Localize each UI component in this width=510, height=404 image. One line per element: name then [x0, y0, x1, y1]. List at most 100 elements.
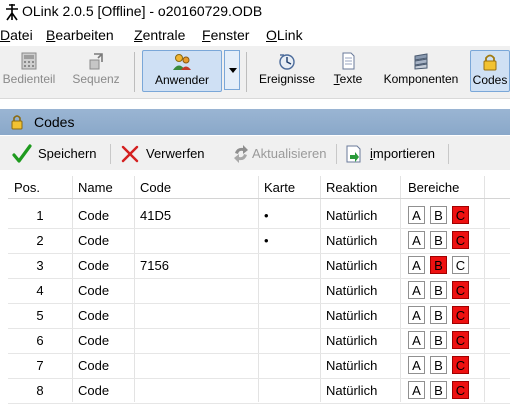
cell-reaktion[interactable]: Natürlich [326, 208, 377, 223]
close-icon [121, 145, 139, 163]
column-header-reaktion[interactable]: Reaktion [326, 180, 377, 195]
cell-karte[interactable]: • [264, 233, 269, 248]
column-header-pos[interactable]: Pos. [14, 180, 40, 195]
table-row[interactable]: 3 Code 7156 Natürlich A B C [8, 253, 510, 279]
area-toggle-a[interactable]: A [408, 231, 425, 249]
aktualisieren-button[interactable]: Aktualisieren [230, 144, 334, 164]
column-header-karte[interactable]: Karte [264, 180, 295, 195]
area-toggle-a[interactable]: A [408, 381, 425, 399]
cell-reaktion[interactable]: Natürlich [326, 233, 377, 248]
verwerfen-button[interactable]: Verwerfen [120, 144, 218, 164]
table-row[interactable]: 8 Code Natürlich A B C [8, 378, 510, 404]
bedienteil-button[interactable]: Bedienteil [0, 48, 58, 94]
table-row[interactable]: 4 Code Natürlich A B C [8, 278, 510, 304]
speichern-button[interactable]: Speichern [12, 144, 104, 164]
area-toggle-a[interactable]: A [408, 331, 425, 349]
cell-name[interactable]: Code [78, 333, 109, 348]
cell-reaktion[interactable]: Natürlich [326, 358, 377, 373]
table-row[interactable]: 5 Code Natürlich A B C [8, 303, 510, 329]
area-toggle-a[interactable]: A [408, 281, 425, 299]
area-toggle-c[interactable]: C [452, 231, 469, 249]
cell-pos[interactable]: 2 [20, 233, 60, 248]
cell-name[interactable]: Code [78, 358, 109, 373]
menu-fenster[interactable]: Fenster [202, 27, 249, 43]
anwender-button[interactable]: Anwender [142, 50, 222, 92]
cell-pos[interactable]: 6 [20, 333, 60, 348]
aktualisieren-label: Aktualisieren [252, 146, 327, 161]
table-header: Pos. Name Code Karte Reaktion Bereiche [8, 176, 510, 199]
area-toggle-c[interactable]: C [452, 356, 469, 374]
ereignisse-button[interactable]: Ereignisse [252, 48, 322, 94]
cell-pos[interactable]: 5 [20, 308, 60, 323]
refresh-icon [234, 145, 248, 163]
column-header-code[interactable]: Code [140, 180, 171, 195]
table-row[interactable]: 6 Code Natürlich A B C [8, 328, 510, 354]
cell-pos[interactable]: 8 [20, 383, 60, 398]
cell-name[interactable]: Code [78, 383, 109, 398]
cell-pos[interactable]: 7 [20, 358, 60, 373]
cell-pos[interactable]: 1 [20, 208, 60, 223]
cell-name[interactable]: Code [78, 208, 109, 223]
area-toggle-b[interactable]: B [430, 331, 447, 349]
menu-zentrale-rest: entrale [142, 27, 186, 43]
cell-pos[interactable]: 4 [20, 283, 60, 298]
cell-code[interactable]: 41D5 [140, 208, 171, 223]
lock-icon [11, 115, 23, 130]
cell-name[interactable]: Code [78, 283, 109, 298]
table-row[interactable]: 1 Code 41D5 • Natürlich A B C [8, 203, 510, 229]
area-toggle-b[interactable]: B [430, 356, 447, 374]
toolbar-separator [336, 144, 337, 164]
cell-name[interactable]: Code [78, 233, 109, 248]
cell-name[interactable]: Code [78, 308, 109, 323]
area-toggle-c[interactable]: C [452, 281, 469, 299]
toolbar-separator [448, 144, 449, 164]
menu-bearbeiten-key: B [46, 27, 56, 43]
cell-code[interactable]: 7156 [140, 258, 169, 273]
menu-datei-key: D [0, 27, 11, 43]
importieren-button[interactable]: importieren [344, 144, 448, 164]
sequenz-button[interactable]: Sequenz [64, 48, 128, 94]
area-toggle-a[interactable]: A [408, 206, 425, 224]
area-toggle-a[interactable]: A [408, 306, 425, 324]
area-toggle-b[interactable]: B [430, 381, 447, 399]
texte-rest: exte [339, 72, 363, 86]
menu-datei-rest: atei [10, 27, 33, 43]
area-toggle-b[interactable]: B [430, 306, 447, 324]
area-toggle-c[interactable]: C [452, 256, 469, 274]
cell-reaktion[interactable]: Natürlich [326, 308, 377, 323]
chevron-down-icon [229, 68, 237, 73]
import-icon [346, 145, 361, 163]
area-toggle-c[interactable]: C [452, 206, 469, 224]
cell-pos[interactable]: 3 [20, 258, 60, 273]
area-toggle-b[interactable]: B [430, 206, 447, 224]
menu-bearbeiten[interactable]: Bearbeiten [46, 27, 114, 43]
table-row[interactable]: 2 Code • Natürlich A B C [8, 228, 510, 254]
table-row[interactable]: 7 Code Natürlich A B C [8, 353, 510, 379]
area-toggle-c[interactable]: C [452, 331, 469, 349]
area-toggle-b[interactable]: B [430, 281, 447, 299]
komponenten-button[interactable]: Komponenten [376, 48, 466, 94]
cell-karte[interactable]: • [264, 208, 269, 223]
cell-name[interactable]: Code [78, 258, 109, 273]
codes-button[interactable]: Codes [470, 50, 510, 92]
area-toggle-c[interactable]: C [452, 306, 469, 324]
cell-reaktion[interactable]: Natürlich [326, 333, 377, 348]
anwender-dropdown[interactable] [224, 50, 240, 90]
area-toggle-a[interactable]: A [408, 356, 425, 374]
area-toggle-a[interactable]: A [408, 256, 425, 274]
area-toggle-b[interactable]: B [430, 231, 447, 249]
verwerfen-label: Verwerfen [146, 146, 205, 161]
cell-reaktion[interactable]: Natürlich [326, 283, 377, 298]
column-header-bereiche[interactable]: Bereiche [408, 180, 459, 195]
area-toggle-c[interactable]: C [452, 381, 469, 399]
menu-zentrale[interactable]: Zentrale [134, 27, 185, 43]
toolbar-separator [110, 144, 111, 164]
column-header-name[interactable]: Name [78, 180, 113, 195]
texte-button[interactable]: Texte [326, 48, 370, 94]
cell-reaktion[interactable]: Natürlich [326, 383, 377, 398]
menu-bearbeiten-rest: earbeiten [55, 27, 114, 43]
menu-olink[interactable]: OLink [266, 27, 303, 43]
cell-reaktion[interactable]: Natürlich [326, 258, 377, 273]
menu-datei[interactable]: Datei [0, 27, 33, 43]
area-toggle-b[interactable]: B [430, 256, 447, 274]
